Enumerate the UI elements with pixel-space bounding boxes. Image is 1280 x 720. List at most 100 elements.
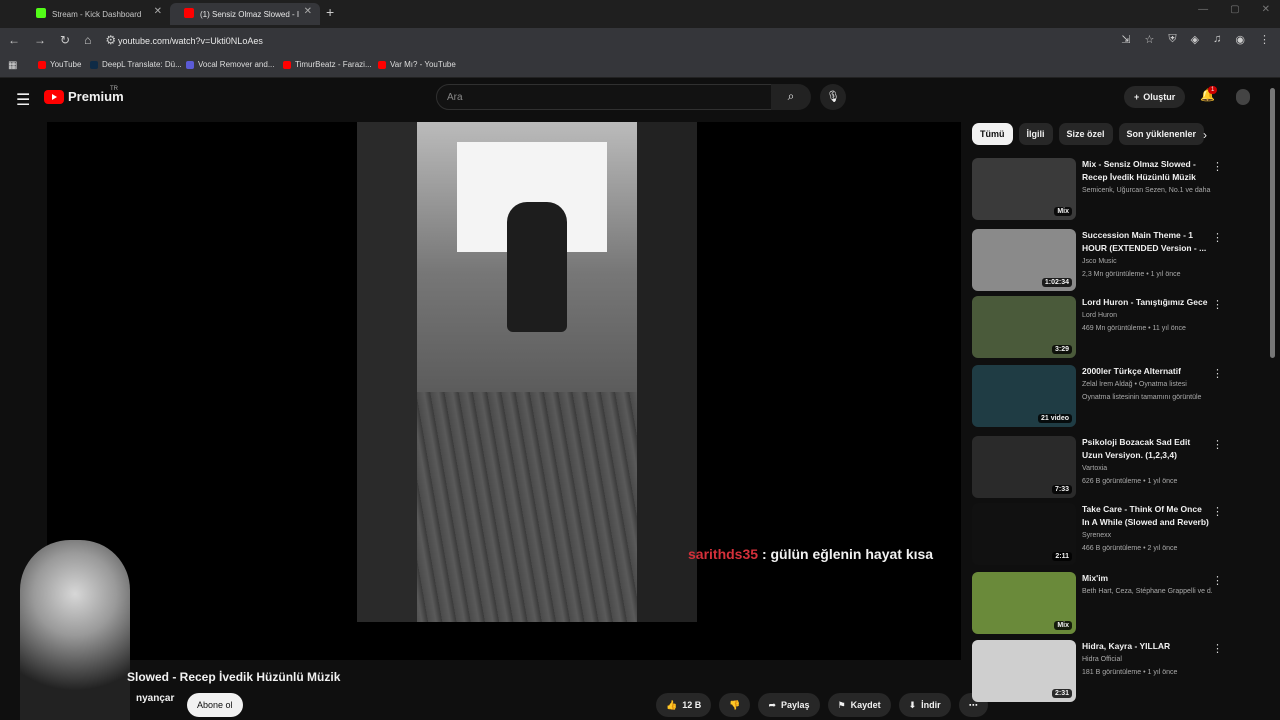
more-options-icon[interactable]: ⋮: [1212, 367, 1223, 380]
recommendation-title[interactable]: Lord Huron - Tanıştığımız Gece: [1082, 296, 1210, 309]
bookmarks-bar: ▦ YouTube DeepL Translate: Dü... Vocal R…: [0, 54, 1280, 78]
video-thumbnail[interactable]: 1:02:34: [972, 229, 1076, 291]
youtube-icon: [283, 60, 291, 69]
search-button[interactable]: ⌕: [771, 84, 811, 110]
chip-recent[interactable]: Son yüklenenler: [1118, 123, 1205, 145]
recommendation-title[interactable]: Succession Main Theme - 1 HOUR (EXTENDED…: [1082, 229, 1210, 255]
mic-icon: 🎙: [826, 91, 840, 103]
bookmark-label: TimurBeatz - Farazi...: [295, 60, 372, 69]
close-icon[interactable]: ✕: [154, 6, 162, 17]
video-player[interactable]: [47, 122, 961, 660]
thumbs-down-icon: 👎: [729, 699, 741, 710]
forward-icon[interactable]: →: [34, 33, 46, 47]
new-tab-button[interactable]: +: [326, 4, 334, 20]
recommendation-title[interactable]: Take Care - Think Of Me Once In A While …: [1082, 503, 1210, 529]
more-options-icon[interactable]: ⋮: [1212, 505, 1223, 518]
search-icon: ⌕: [787, 89, 795, 103]
chip-for-you[interactable]: Size özel: [1058, 123, 1113, 145]
recommendation-item[interactable]: Mix Mix'im Beth Hart, Ceza, Stéphane Grapp…: [972, 572, 1262, 634]
home-icon[interactable]: ⌂: [84, 33, 91, 47]
video-thumbnail[interactable]: 21 video: [972, 365, 1076, 427]
video-thumbnail[interactable]: Mix: [972, 572, 1076, 634]
scrollbar[interactable]: [1270, 88, 1275, 358]
recommendation-item[interactable]: Mix Mix - Sensiz Olmaz Slowed - Recep İve…: [972, 158, 1262, 220]
extensions-icon[interactable]: ◈: [1191, 33, 1199, 46]
bookmark-youtube[interactable]: YouTube: [38, 60, 81, 69]
recommendation-item[interactable]: 3:29 Lord Huron - Tanıştığımız Gece Lord H…: [972, 296, 1262, 358]
close-icon[interactable]: ✕: [304, 6, 312, 17]
tab-youtube[interactable]: (1) Sensiz Olmaz Slowed - I ✕: [170, 3, 320, 25]
hamburger-menu-icon[interactable]: ☰: [16, 90, 30, 110]
video-thumbnail[interactable]: Mix: [972, 158, 1076, 220]
bookmark-deepl[interactable]: DeepL Translate: Dü...: [90, 60, 182, 69]
recommendation-item[interactable]: 1:02:34 Succession Main Theme - 1 HOUR (E…: [972, 229, 1262, 291]
kebab-menu-icon[interactable]: ⋮: [1259, 33, 1270, 46]
install-icon[interactable]: ⇲: [1121, 33, 1130, 46]
tab-title: Stream - Kick Dashboard: [52, 9, 142, 19]
more-options-icon[interactable]: ⋮: [1212, 438, 1223, 451]
minimize-icon[interactable]: —: [1198, 4, 1208, 15]
back-icon[interactable]: ←: [8, 33, 20, 47]
download-button[interactable]: ⬇ İndir: [898, 693, 951, 717]
download-icon: ⬇: [908, 699, 917, 710]
shield-icon[interactable]: ⛨: [1168, 33, 1176, 46]
create-button[interactable]: + Oluştur: [1124, 86, 1186, 108]
recommendation-item[interactable]: 2:11 Take Care - Think Of Me Once In A Wh…: [972, 503, 1262, 565]
bookmark-label: DeepL Translate: Dü...: [102, 60, 182, 69]
duration-badge: Mix: [1054, 621, 1072, 630]
youtube-icon: [184, 8, 194, 18]
kick-icon: [36, 8, 46, 18]
site-info-icon[interactable]: ⚙: [105, 33, 116, 47]
close-window-icon[interactable]: ✕: [1262, 4, 1270, 15]
video-actions: 👍 12 B 👎 ➦ Paylaş ⚑ Kaydet ⬇ İndir ⋯: [656, 693, 988, 717]
youtube-play-icon: [44, 89, 64, 104]
more-options-icon[interactable]: ⋮: [1212, 298, 1223, 311]
recommendation-title[interactable]: Hidra, Kayra - YILLAR: [1082, 640, 1210, 653]
video-title: Slowed - Recep İvedik Hüzünlü Müzik: [127, 670, 341, 684]
star-icon[interactable]: ☆: [1145, 33, 1155, 46]
subscribe-button[interactable]: Abone ol: [187, 693, 243, 717]
toolbar-icons: ⇲ ☆ ⛨ ◈ ♫ ◉ ⋮: [1121, 33, 1270, 46]
media-icon[interactable]: ♫: [1213, 33, 1221, 46]
avatar[interactable]: [1236, 89, 1250, 105]
video-thumbnail[interactable]: 7:33: [972, 436, 1076, 498]
voice-search-button[interactable]: 🎙: [820, 84, 846, 110]
maximize-icon[interactable]: ▢: [1230, 4, 1239, 15]
recommendation-item[interactable]: 2:31 Hidra, Kayra - YILLAR Hidra Official 1…: [972, 640, 1262, 702]
url-field[interactable]: youtube.com/watch?v=Ukti0NLoAes: [118, 36, 263, 46]
recommendation-item[interactable]: 21 video 2000ler Türkçe Alternatif Zelal İ…: [972, 365, 1262, 427]
video-thumbnail[interactable]: 2:11: [972, 503, 1076, 565]
bookmark-vocal[interactable]: Vocal Remover and...: [186, 60, 274, 69]
more-options-icon[interactable]: ⋮: [1212, 642, 1223, 655]
youtube-icon: [378, 60, 386, 69]
chip-related[interactable]: İlgili: [1018, 123, 1053, 145]
more-options-icon[interactable]: ⋮: [1212, 574, 1223, 587]
save-button[interactable]: ⚑ Kaydet: [827, 693, 891, 717]
channel-name[interactable]: nyançar: [136, 693, 174, 704]
recommendation-item[interactable]: 7:33 Psikoloji Bozacak Sad Edit Uzun Vers…: [972, 436, 1262, 498]
chip-all[interactable]: Tümü: [972, 123, 1013, 145]
apps-icon[interactable]: ▦: [8, 60, 17, 71]
recommendation-title[interactable]: Psikoloji Bozacak Sad Edit Uzun Versiyon…: [1082, 436, 1210, 462]
video-thumbnail[interactable]: 3:29: [972, 296, 1076, 358]
reload-icon[interactable]: ↻: [60, 33, 70, 47]
bookmark-timurbeatz[interactable]: TimurBeatz - Farazi...: [283, 60, 372, 69]
more-options-icon[interactable]: ⋮: [1212, 231, 1223, 244]
bookmark-varmi[interactable]: Var Mı? - YouTube: [378, 60, 456, 69]
duration-badge: 21 video: [1037, 414, 1072, 423]
recommendation-title[interactable]: 2000ler Türkçe Alternatif: [1082, 365, 1210, 378]
recommendation-title[interactable]: Mix - Sensiz Olmaz Slowed - Recep İvedik…: [1082, 158, 1210, 184]
duration-badge: 2:11: [1052, 552, 1072, 561]
search-input[interactable]: Ara: [436, 84, 772, 110]
dislike-button[interactable]: 👎: [719, 693, 751, 717]
recommendation-title[interactable]: Mix'im: [1082, 572, 1210, 585]
more-options-icon[interactable]: ⋮: [1212, 160, 1223, 173]
video-thumbnail[interactable]: 2:31: [972, 640, 1076, 702]
nav-controls: ← → ↻ ⌂ ⚙: [8, 33, 116, 47]
profile-icon[interactable]: ◉: [1235, 33, 1245, 46]
tab-kick[interactable]: Stream - Kick Dashboard ✕: [22, 3, 170, 25]
share-button[interactable]: ➦ Paylaş: [758, 693, 820, 717]
like-button[interactable]: 👍 12 B: [656, 693, 712, 717]
chevron-right-icon[interactable]: ›: [1203, 128, 1207, 142]
chat-message: : gülün eğlenin hayat kısa: [761, 546, 934, 562]
